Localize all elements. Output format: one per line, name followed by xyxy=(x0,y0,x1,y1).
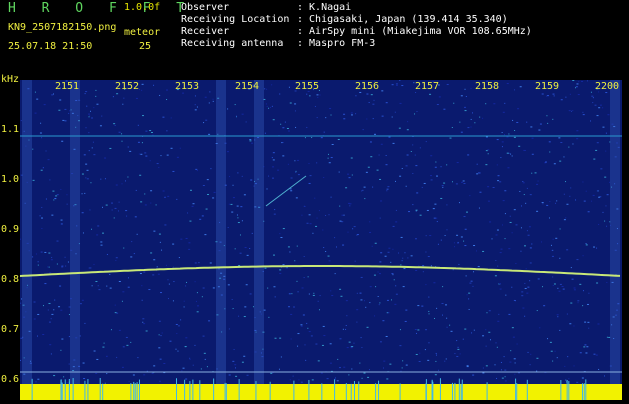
observation-info: Observer: K.Nagai Receiving Location: Ch… xyxy=(181,2,532,50)
info-row-location: Receiving Location: Chigasaki, Japan (13… xyxy=(181,14,508,25)
x-tick-label: 2159 xyxy=(535,81,560,92)
interference-band xyxy=(610,80,620,384)
meteor-count: 25 xyxy=(139,41,152,52)
x-tick-label: 2152 xyxy=(115,81,140,92)
filename-label: KN9_2507182150.png xyxy=(8,22,117,33)
y-tick-label: 0.7 xyxy=(1,324,20,335)
y-tick-label: 0.9 xyxy=(1,224,20,235)
spectrogram-panel: kHz 1.1 1.0 0.9 0.8 0.7 0.6 2151 2152 2153 2154 2… xyxy=(0,74,629,400)
spectrogram xyxy=(0,78,629,400)
noise-floor-bar xyxy=(20,384,622,400)
x-tick-label: 2154 xyxy=(235,81,260,92)
x-tick-label: 2158 xyxy=(475,81,500,92)
header-panel: H R O F F T 1.0.0f KN9_2507182150.png me… xyxy=(0,0,629,78)
interference-band xyxy=(216,80,226,384)
app-title: H R O F F T xyxy=(8,1,194,16)
version-label: 1.0.0f xyxy=(124,2,161,13)
x-tick-label: 2200 xyxy=(595,81,620,92)
meteor-label: meteor xyxy=(124,27,161,38)
x-tick-label: 2157 xyxy=(415,81,440,92)
info-row-antenna: Receiving antenna: Maspro FM-3 xyxy=(181,38,376,49)
info-row-receiver: Receiver: AirSpy mini (Miakejima VOR 108… xyxy=(181,26,532,37)
spectrum-area xyxy=(20,80,622,388)
y-tick-label: 0.6 xyxy=(1,374,20,385)
y-unit-label: kHz xyxy=(1,74,20,85)
x-tick-label: 2156 xyxy=(355,81,380,92)
info-row-observer: Observer: K.Nagai xyxy=(181,2,352,13)
y-tick-label: 1.0 xyxy=(1,174,20,185)
interference-band xyxy=(70,80,80,384)
y-tick-label: 1.1 xyxy=(1,124,20,135)
x-tick-label: 2151 xyxy=(55,81,80,92)
x-tick-label: 2155 xyxy=(295,81,320,92)
interference-band xyxy=(22,80,32,384)
y-tick-label: 0.8 xyxy=(1,274,20,285)
datetime-label: 25.07.18 21:50 xyxy=(8,41,93,52)
interference-band xyxy=(254,80,264,384)
x-tick-label: 2153 xyxy=(175,81,200,92)
